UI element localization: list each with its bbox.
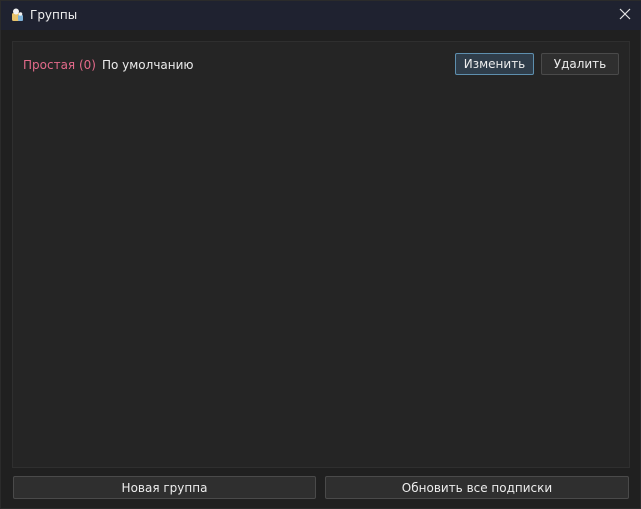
close-icon (619, 8, 631, 23)
close-button[interactable] (608, 1, 641, 30)
group-default-label: По умолчанию (101, 58, 194, 72)
app-icon (9, 7, 25, 23)
new-group-button[interactable]: Новая группа (13, 476, 316, 499)
edit-button[interactable]: Изменить (455, 53, 534, 75)
group-name: Простая (0) (23, 58, 96, 72)
groups-window: Группы Простая (0) По умолчанию Изменить … (0, 0, 641, 509)
refresh-all-subscriptions-button[interactable]: Обновить все подписки (325, 476, 629, 499)
title-bar: Группы (1, 1, 641, 30)
delete-button[interactable]: Удалить (541, 53, 619, 75)
group-row[interactable]: Простая (0) По умолчанию (23, 56, 194, 74)
groups-list-panel: Простая (0) По умолчанию Изменить Удалить (12, 41, 630, 468)
window-title: Группы (30, 8, 78, 22)
